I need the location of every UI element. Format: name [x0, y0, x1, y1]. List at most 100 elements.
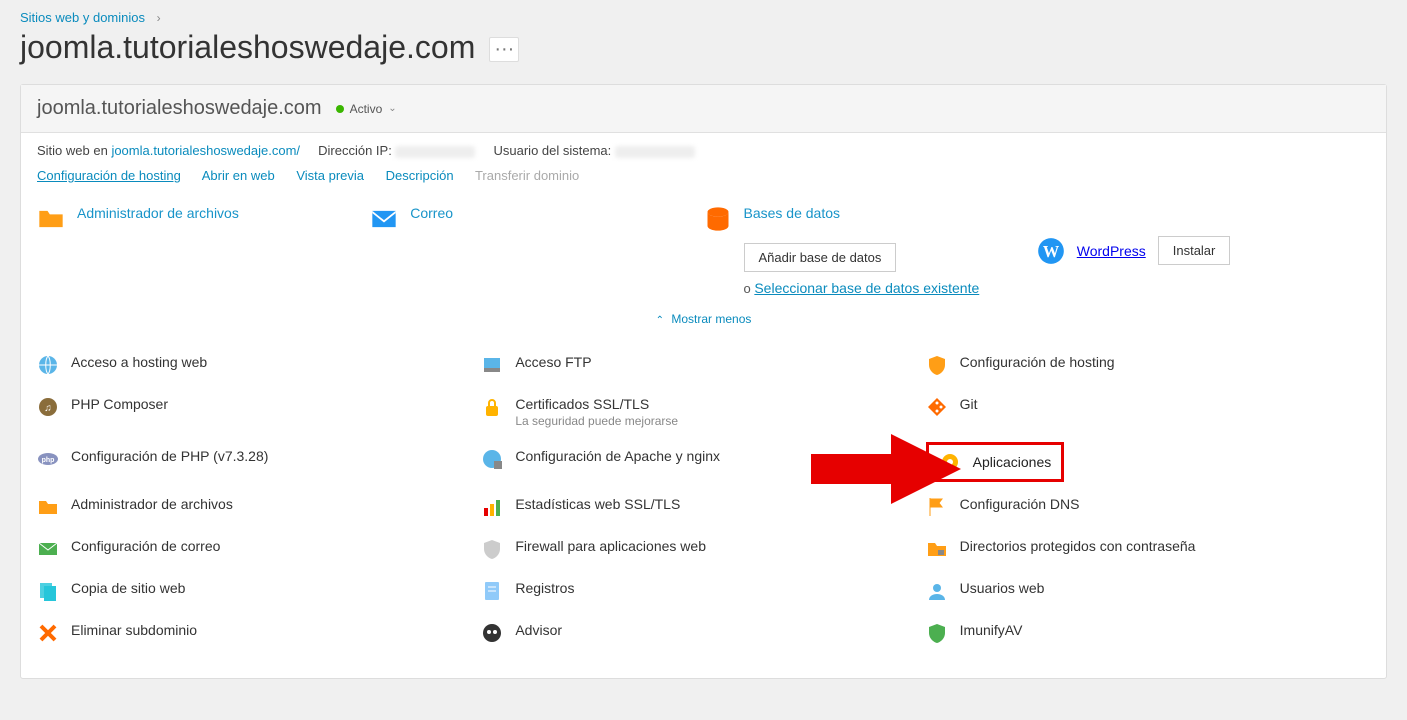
- svg-text:php: php: [42, 457, 55, 464]
- tool-label: Firewall para aplicaciones web: [515, 538, 706, 554]
- quick-file-manager-label[interactable]: Administrador de archivos: [77, 205, 239, 221]
- site-link[interactable]: joomla.tutorialeshoswedaje.com/: [111, 143, 300, 158]
- card-header: joomla.tutorialeshoswedaje.com Activo ⌄: [21, 85, 1386, 133]
- status-text: Activo: [350, 102, 383, 116]
- breadcrumb-root[interactable]: Sitios web y dominios: [20, 10, 145, 25]
- tool-item[interactable]: Acceso FTP: [481, 344, 925, 386]
- site-label: Sitio web en: [37, 143, 111, 158]
- globe-icon: [37, 354, 59, 376]
- tool-label: Configuración de PHP (v7.3.28): [71, 448, 268, 464]
- tool-label: Git: [960, 396, 978, 412]
- link-open-web[interactable]: Abrir en web: [202, 168, 275, 183]
- tool-sublabel: La seguridad puede mejorarse: [515, 414, 678, 428]
- tool-label: Directorios protegidos con contraseña: [960, 538, 1196, 554]
- breadcrumb: Sitios web y dominios ›: [0, 0, 1407, 29]
- status-dot-icon: [336, 105, 344, 113]
- users-icon: [926, 580, 948, 602]
- quick-databases[interactable]: Bases de datos: [704, 205, 1037, 233]
- database-icon: [704, 205, 732, 233]
- lock-icon: [481, 396, 503, 418]
- quick-actions: Administrador de archivos Correo Bases d…: [21, 197, 1386, 304]
- tool-label: Administrador de archivos: [71, 496, 233, 512]
- tool-label: Configuración de Apache y nginx: [515, 448, 720, 464]
- folder-lock-icon: [926, 538, 948, 560]
- toggle-section: ⌃ Mostrar menos: [21, 304, 1386, 334]
- db-or-text: o: [744, 281, 755, 296]
- quick-wordpress-label[interactable]: WordPress: [1077, 243, 1146, 259]
- tool-label: Registros: [515, 580, 574, 596]
- tool-label: Acceso a hosting web: [71, 354, 207, 370]
- quick-mail-label[interactable]: Correo: [410, 205, 453, 221]
- log-icon: [481, 580, 503, 602]
- copy-icon: [37, 580, 59, 602]
- folder-icon: [37, 205, 65, 233]
- user-label: Usuario del sistema:: [494, 143, 612, 158]
- user-value-redacted: [615, 146, 695, 158]
- mail-icon: [370, 205, 398, 233]
- delete-icon: [37, 622, 59, 644]
- wordpress-icon: W: [1037, 237, 1065, 265]
- tool-item[interactable]: Configuración de hosting: [926, 344, 1370, 386]
- tool-label: Configuración de correo: [71, 538, 220, 554]
- tool-item[interactable]: Acceso a hosting web: [37, 344, 481, 386]
- tool-label: Certificados SSL/TLS: [515, 396, 678, 412]
- tool-item[interactable]: Registros: [481, 570, 925, 612]
- tool-label: Copia de sitio web: [71, 580, 185, 596]
- tool-item[interactable]: Firewall para aplicaciones web: [481, 528, 925, 570]
- tool-item[interactable]: ImunifyAV: [926, 612, 1370, 654]
- page-menu-button[interactable]: ···: [489, 37, 519, 62]
- quick-databases-label[interactable]: Bases de datos: [744, 205, 841, 221]
- svg-text:♫: ♫: [44, 403, 52, 414]
- tool-item[interactable]: ♫ PHP Composer: [37, 386, 481, 438]
- tool-label: Configuración de hosting: [960, 354, 1115, 370]
- shield-icon: [926, 354, 948, 376]
- status-toggle[interactable]: Activo ⌄: [336, 102, 397, 116]
- link-description[interactable]: Descripción: [386, 168, 454, 183]
- tool-label: Advisor: [515, 622, 562, 638]
- tool-item[interactable]: Advisor: [481, 612, 925, 654]
- page-title-row: joomla.tutorialeshoswedaje.com ···: [0, 29, 1407, 84]
- ip-value-redacted: [395, 146, 475, 158]
- imunify-icon: [926, 622, 948, 644]
- tool-item[interactable]: Eliminar subdominio: [37, 612, 481, 654]
- page-title: joomla.tutorialeshoswedaje.com: [20, 29, 475, 66]
- tool-label: Aplicaciones: [973, 454, 1052, 470]
- link-hosting-config[interactable]: Configuración de hosting: [37, 168, 181, 183]
- firewall-icon: [481, 538, 503, 560]
- php-icon: php: [37, 448, 59, 470]
- composer-icon: ♫: [37, 396, 59, 418]
- svg-text:W: W: [1043, 241, 1060, 260]
- quick-file-manager[interactable]: Administrador de archivos: [37, 205, 370, 233]
- domain-name: joomla.tutorialeshoswedaje.com: [37, 97, 322, 120]
- git-icon: [926, 396, 948, 418]
- advisor-icon: [481, 622, 503, 644]
- tool-label: Usuarios web: [960, 580, 1045, 596]
- install-wordpress-button[interactable]: Instalar: [1158, 236, 1231, 265]
- add-database-button[interactable]: Añadir base de datos: [744, 243, 897, 272]
- tool-label: Acceso FTP: [515, 354, 591, 370]
- show-less-toggle[interactable]: ⌃ Mostrar menos: [656, 312, 752, 326]
- ftp-icon: [481, 354, 503, 376]
- highlight-arrow-icon: [811, 429, 961, 509]
- tool-label: Estadísticas web SSL/TLS: [515, 496, 680, 512]
- tool-item[interactable]: Configuración de correo: [37, 528, 481, 570]
- select-existing-db-link[interactable]: Seleccionar base de datos existente: [754, 280, 979, 296]
- stats-icon: [481, 496, 503, 518]
- tool-item[interactable]: Git: [926, 386, 1370, 438]
- tool-label: ImunifyAV: [960, 622, 1023, 638]
- quick-mail[interactable]: Correo: [370, 205, 703, 233]
- toggle-label: Mostrar menos: [671, 312, 751, 326]
- folder-icon: [37, 496, 59, 518]
- ip-label: Dirección IP:: [318, 143, 392, 158]
- tool-item[interactable]: Administrador de archivos: [37, 486, 481, 528]
- tool-label: PHP Composer: [71, 396, 168, 412]
- tools-grid: Acceso a hosting web Acceso FTP Configur…: [21, 334, 1386, 678]
- tool-item[interactable]: Configuración DNS: [926, 486, 1370, 528]
- tool-item[interactable]: Copia de sitio web: [37, 570, 481, 612]
- chevron-up-icon: ⌃: [656, 315, 664, 326]
- mail-cfg-icon: [37, 538, 59, 560]
- link-preview[interactable]: Vista previa: [296, 168, 364, 183]
- tool-item[interactable]: Directorios protegidos con contraseña: [926, 528, 1370, 570]
- tool-item[interactable]: Usuarios web: [926, 570, 1370, 612]
- tool-item[interactable]: php Configuración de PHP (v7.3.28): [37, 438, 481, 486]
